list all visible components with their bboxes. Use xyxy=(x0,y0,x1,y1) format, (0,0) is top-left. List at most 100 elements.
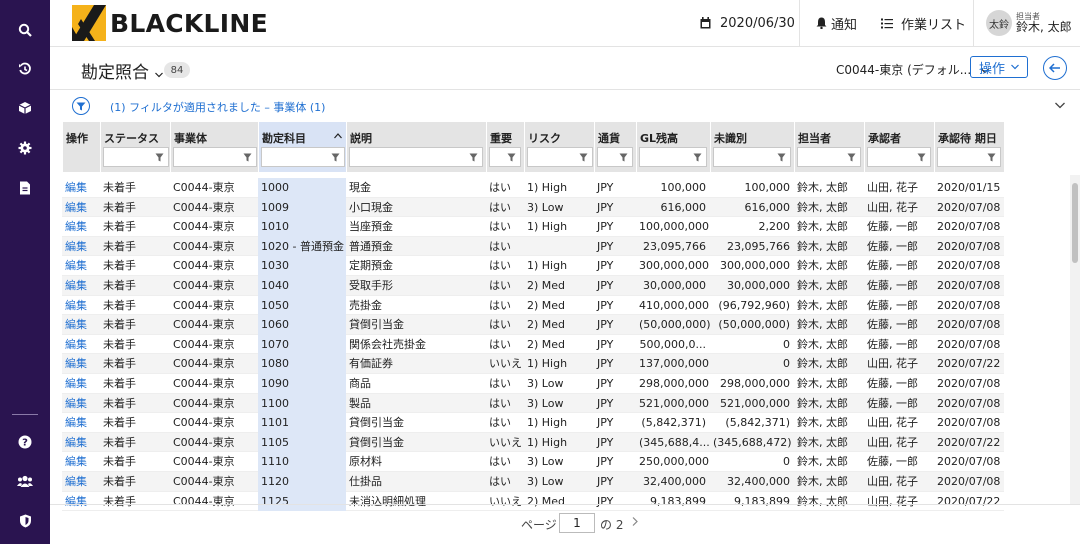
cube-icon[interactable] xyxy=(13,96,37,120)
cell-unidentified: 0 xyxy=(783,357,790,371)
shield-icon[interactable] xyxy=(13,509,37,533)
edit-link[interactable]: 編集 xyxy=(62,472,100,492)
cell-gl: 616,000 xyxy=(660,200,707,214)
edit-link[interactable]: 編集 xyxy=(62,374,100,394)
cell-approver: 佐藤, 一郎 xyxy=(867,259,918,273)
cell-unidentified: 616,000 xyxy=(744,200,791,214)
cell-gl: 100,000 xyxy=(660,181,707,194)
column-header-status[interactable]: ステータス xyxy=(100,122,170,172)
table-row[interactable]: 編集 未着手 C0044-東京 1090 商品 はい 3) Low JPY 298,000,00… xyxy=(62,374,1004,394)
cell-approver: 佐藤, 一郎 xyxy=(867,318,918,332)
gear-icon[interactable] xyxy=(13,136,37,160)
cell-approver: 佐藤, 一郎 xyxy=(867,220,918,234)
table-row[interactable]: 編集 未着手 C0044-東京 1060 貸倒引当金 はい 2) Med JPY (50,000… xyxy=(62,315,1004,335)
cell-due: 2020/07/08 xyxy=(937,377,1001,390)
column-filter-status[interactable] xyxy=(103,147,169,167)
edit-link[interactable]: 編集 xyxy=(62,452,100,472)
sidebar: ? xyxy=(0,0,50,544)
edit-link[interactable]: 編集 xyxy=(62,413,100,433)
table-row[interactable]: 編集 未着手 C0044-東京 1040 受取手形 はい 2) Med JPY 30,000,0… xyxy=(62,276,1004,296)
column-header-entity[interactable]: 事業体 xyxy=(170,122,258,172)
cell-gl: 500,000,0... xyxy=(639,337,706,351)
users-icon[interactable] xyxy=(13,469,37,493)
table-row[interactable]: 編集 未着手 C0044-東京 1030 定期預金 はい 1) High JPY 300,000… xyxy=(62,256,1004,276)
column-filter-approver[interactable] xyxy=(867,147,931,167)
table-row[interactable]: 編集 未着手 C0044-東京 1120 仕掛品 はい 3) Low JPY 32,400,00… xyxy=(62,472,1004,492)
entity-select[interactable]: C0044-東京 (デフォル... xyxy=(836,61,989,78)
table-row[interactable]: 編集 未着手 C0044-東京 1100 製品 はい 3) Low JPY 521,000,00… xyxy=(62,393,1004,414)
cell-due: 2020/07/08 xyxy=(937,200,1001,214)
chevron-down-icon[interactable] xyxy=(1055,98,1065,112)
edit-link[interactable]: 編集 xyxy=(62,433,100,453)
next-page-button[interactable] xyxy=(632,515,638,529)
edit-link[interactable]: 編集 xyxy=(62,237,100,257)
table-row[interactable]: 編集 未着手 C0044-東京 1105 貸倒引当金 いいえ 1) High JPY (345,… xyxy=(62,432,1004,453)
column-filter-important[interactable] xyxy=(489,147,521,167)
current-date: 2020/06/30 xyxy=(720,15,795,31)
column-filter-currency[interactable] xyxy=(597,147,633,167)
action-button[interactable]: 操作 xyxy=(970,56,1028,78)
column-header-due[interactable]: 承認待 期日 xyxy=(934,122,1004,172)
column-filter-assignee[interactable] xyxy=(797,147,861,167)
cell-due: 2020/07/22 xyxy=(937,435,1001,449)
edit-link[interactable]: 編集 xyxy=(62,217,100,237)
cell-desc: 定期預金 xyxy=(349,259,393,273)
page-input[interactable]: 1 xyxy=(559,513,595,533)
edit-link[interactable]: 編集 xyxy=(62,256,100,276)
table-row[interactable]: 編集 未着手 C0044-東京 1009 小口現金 はい 3) Low JPY 616,000 6… xyxy=(62,197,1004,218)
column-header-edit[interactable]: 操作 xyxy=(62,122,100,172)
column-header-gl[interactable]: GL残高 xyxy=(636,122,710,172)
edit-link[interactable]: 編集 xyxy=(62,296,100,316)
history-icon[interactable] xyxy=(13,57,37,81)
column-filter-due[interactable] xyxy=(937,147,1001,167)
column-filter-entity[interactable] xyxy=(173,147,257,167)
cell-desc: 製品 xyxy=(349,396,371,410)
cell-unidentified: 0 xyxy=(783,455,790,469)
page-title[interactable]: 勘定照合 xyxy=(81,58,164,83)
help-icon[interactable]: ? xyxy=(13,430,37,454)
user-menu[interactable]: 太鈴 担当者 鈴木, 太郎 xyxy=(986,0,1072,46)
filter-summary[interactable]: (1) フィルタが適用されました – 事業体 (1) xyxy=(110,99,325,115)
edit-link[interactable]: 編集 xyxy=(62,178,100,198)
table-row[interactable]: 編集 未着手 C0044-東京 1000 現金 はい 1) High JPY 100,000 10… xyxy=(62,178,1004,198)
table-row[interactable]: 編集 未着手 C0044-東京 1010 当座預金 はい 1) High JPY 100,000… xyxy=(62,217,1004,237)
column-header-unidentified[interactable]: 未識別 xyxy=(710,122,794,172)
cell-entity: C0044-東京 xyxy=(173,259,235,273)
column-header-account[interactable]: 勘定科目 xyxy=(258,122,346,172)
edit-link[interactable]: 編集 xyxy=(62,394,100,414)
column-filter-unidentified[interactable] xyxy=(713,147,791,167)
edit-link[interactable]: 編集 xyxy=(62,354,100,374)
sort-ascending-icon[interactable] xyxy=(334,133,342,139)
table-row[interactable]: 編集 未着手 C0044-東京 1110 原材料 はい 3) Low JPY 250,000,0… xyxy=(62,452,1004,472)
column-filter-desc[interactable] xyxy=(349,147,483,167)
column-filter-risk[interactable] xyxy=(527,147,593,167)
column-header-risk[interactable]: リスク xyxy=(524,122,594,172)
brand-logo[interactable]: BLACKLINE xyxy=(72,5,268,41)
vertical-scrollbar[interactable] xyxy=(1070,175,1080,505)
back-button[interactable] xyxy=(1043,56,1067,80)
column-filter-account[interactable] xyxy=(261,147,345,167)
edit-link[interactable]: 編集 xyxy=(62,335,100,355)
edit-link[interactable]: 編集 xyxy=(62,198,100,218)
table-row[interactable]: 編集 未着手 C0044-東京 1101 貸倒引当金 はい 1) High JPY (5,842… xyxy=(62,413,1004,433)
search-icon[interactable] xyxy=(13,18,37,42)
table-row[interactable]: 編集 未着手 C0044-東京 1050 売掛金 はい 2) Med JPY 410,000,0… xyxy=(62,295,1004,316)
scrollbar-thumb[interactable] xyxy=(1072,183,1078,263)
column-header-approver[interactable]: 承認者 xyxy=(864,122,934,172)
table-row[interactable]: 編集 未着手 C0044-東京 1020 - 普通預金 普通預金 はい JPY 23,095,… xyxy=(62,236,1004,257)
cell-due: 2020/07/08 xyxy=(937,259,1001,273)
table-row[interactable]: 編集 未着手 C0044-東京 1070 関係会社売掛金 はい 2) Med JPY 500,0… xyxy=(62,334,1004,355)
task-list-button[interactable]: 作業リスト xyxy=(881,0,966,46)
document-icon[interactable] xyxy=(13,176,37,200)
column-header-assignee[interactable]: 担当者 xyxy=(794,122,864,172)
column-header-important[interactable]: 重要 xyxy=(486,122,524,172)
filter-icon xyxy=(917,153,926,162)
edit-link[interactable]: 編集 xyxy=(62,276,100,296)
column-header-currency[interactable]: 通貨 xyxy=(594,122,636,172)
table-row[interactable]: 編集 未着手 C0044-東京 1080 有価証券 いいえ 1) High JPY 137,00… xyxy=(62,354,1004,374)
edit-link[interactable]: 編集 xyxy=(62,315,100,335)
column-filter-gl[interactable] xyxy=(639,147,707,167)
notifications-button[interactable]: 通知 xyxy=(816,0,857,46)
filter-toggle-icon[interactable] xyxy=(72,97,90,115)
column-header-desc[interactable]: 説明 xyxy=(346,122,486,172)
